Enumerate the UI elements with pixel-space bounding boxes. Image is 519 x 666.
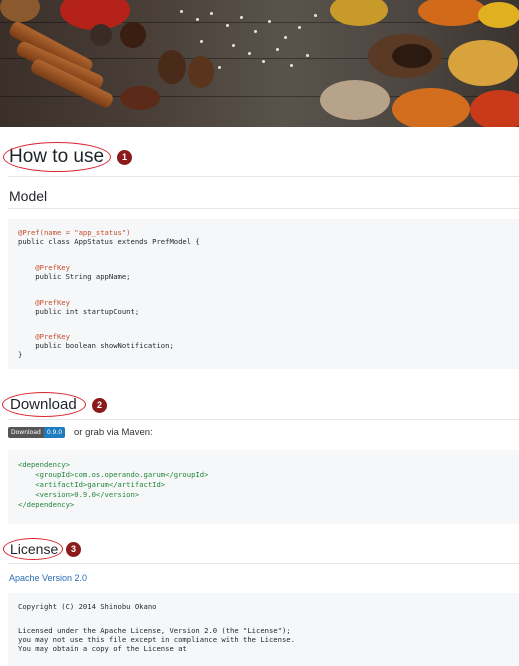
model-heading: Model [9, 188, 48, 204]
heading-divider [8, 176, 519, 177]
code-text: public class AppStatus extends PrefModel… [18, 237, 200, 246]
code-text: public int startupCount; [18, 307, 140, 316]
code-text: @PrefKey [18, 263, 70, 272]
maven-intro-text: or grab via Maven: [74, 427, 153, 438]
code-line: <dependency> [18, 460, 70, 469]
code-line: public int startupCount; [18, 307, 140, 317]
badge-version: 0.9.0 [43, 427, 66, 438]
license-code-block: Copyright (C) 2014 Shinobu Okano License… [8, 593, 519, 666]
code-text: } [18, 350, 23, 359]
highlight-ellipse [3, 142, 111, 172]
heading-divider [8, 419, 519, 420]
code-line: </dependency> [18, 500, 75, 509]
code-text: @Pref(name = "app_status") [18, 228, 131, 237]
code-line: public String appName; [18, 272, 131, 282]
code-line: } [18, 350, 23, 360]
code-line: public boolean showNotification; [18, 341, 174, 351]
step-badge-1: 1 [117, 150, 132, 165]
code-line: <version>0.9.0</version> [18, 490, 140, 499]
highlight-ellipse [3, 538, 63, 560]
code-line: You may obtain a copy of the License at [18, 644, 187, 653]
code-line: <artifactId>garum</artifactId> [18, 480, 166, 489]
code-text: public String appName; [18, 272, 131, 281]
download-version-badge[interactable]: Download 0.9.0 [8, 427, 66, 438]
highlight-ellipse [2, 392, 86, 417]
heading-divider [8, 563, 519, 564]
code-line: Copyright (C) 2014 Shinobu Okano [18, 602, 157, 611]
code-line: <groupId>com.os.operando.garum</groupId> [18, 470, 209, 479]
badge-label: Download [8, 427, 44, 438]
code-text: @PrefKey [18, 298, 70, 307]
code-line: public class AppStatus extends PrefModel… [18, 237, 200, 247]
step-badge-2: 2 [92, 398, 107, 413]
code-text: public boolean showNotification; [18, 341, 174, 350]
maven-code-block: <dependency> <groupId>com.os.operando.ga… [8, 450, 519, 524]
step-badge-3: 3 [66, 542, 81, 557]
model-code-block: @Pref(name = "app_status") public class … [8, 219, 519, 369]
header-spices-image [0, 0, 519, 127]
heading-divider [8, 208, 519, 209]
code-text: @PrefKey [18, 332, 70, 341]
apache-license-link[interactable]: Apache Version 2.0 [9, 573, 87, 583]
